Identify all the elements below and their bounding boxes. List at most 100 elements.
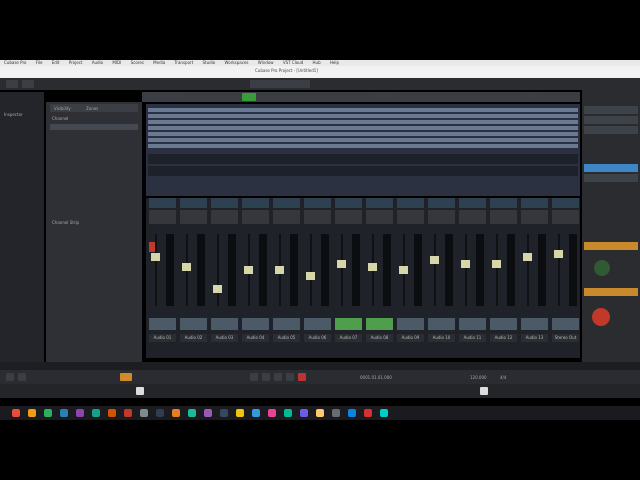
dock-app-icon[interactable] — [124, 409, 132, 417]
selected-instrument-slot[interactable] — [584, 164, 638, 172]
signature-display[interactable]: 4/4 — [500, 375, 506, 380]
channel-header[interactable] — [304, 198, 331, 208]
clip-indicator[interactable] — [149, 242, 155, 252]
channel-footer-button[interactable] — [459, 318, 486, 330]
channel-footer-button[interactable] — [211, 318, 238, 330]
channel-routing[interactable] — [397, 210, 424, 224]
dock-app-icon[interactable] — [380, 409, 388, 417]
workspace-selector[interactable] — [250, 80, 310, 88]
channel-fader[interactable] — [182, 262, 191, 271]
metronome-icon[interactable] — [136, 387, 144, 395]
dock-app-icon[interactable] — [284, 409, 292, 417]
vst-instrument-slot[interactable] — [584, 116, 638, 124]
dock-app-icon[interactable] — [28, 409, 36, 417]
sync-icon[interactable] — [480, 387, 488, 395]
channel-footer-button[interactable] — [490, 318, 517, 330]
channel-footer-button[interactable] — [552, 318, 579, 330]
channel-fader[interactable] — [554, 250, 563, 258]
channel-header[interactable] — [397, 198, 424, 208]
tab-visibility[interactable]: Visibility — [54, 106, 71, 111]
dock-app-icon[interactable] — [204, 409, 212, 417]
dock-app-icon[interactable] — [220, 409, 228, 417]
tab-zones[interactable]: Zones — [86, 106, 98, 111]
channel-header[interactable] — [459, 198, 486, 208]
channel-filter-button[interactable] — [144, 93, 184, 101]
channel-fader[interactable] — [337, 259, 346, 268]
channel-routing[interactable] — [149, 210, 176, 224]
channel-routing[interactable] — [211, 210, 238, 224]
channel-header[interactable] — [335, 198, 362, 208]
forward-icon[interactable] — [262, 373, 270, 381]
channel-name[interactable]: Audio 12 — [490, 334, 517, 342]
channel-header[interactable] — [149, 198, 176, 208]
channel-footer-button[interactable] — [428, 318, 455, 330]
dock-app-icon[interactable] — [300, 409, 308, 417]
stop-icon[interactable] — [274, 373, 282, 381]
channel-routing[interactable] — [428, 210, 455, 224]
vst-instrument-slot[interactable] — [584, 174, 638, 182]
channel-routing[interactable] — [459, 210, 486, 224]
insert-slot-row[interactable] — [148, 132, 578, 136]
inspector-list-item[interactable] — [50, 124, 138, 130]
channel-footer-button[interactable] — [397, 318, 424, 330]
channel-fader[interactable] — [461, 259, 470, 268]
rewind-icon[interactable] — [250, 373, 258, 381]
record-icon[interactable] — [298, 373, 306, 381]
channel-fader[interactable] — [306, 272, 315, 281]
channel-name[interactable]: Stereo Out — [552, 334, 579, 342]
punch-in-icon[interactable] — [18, 373, 26, 381]
channel-routing[interactable] — [552, 210, 579, 224]
channel-footer-button[interactable] — [304, 318, 331, 330]
dock-app-icon[interactable] — [60, 409, 68, 417]
channel-name[interactable]: Audio 04 — [242, 334, 269, 342]
routing-row[interactable] — [148, 166, 578, 176]
channel-fader[interactable] — [430, 256, 439, 265]
insert-slot-row[interactable] — [148, 144, 578, 148]
channel-header[interactable] — [242, 198, 269, 208]
channel-fader[interactable] — [492, 259, 501, 268]
channel-name[interactable]: Audio 13 — [521, 334, 548, 342]
channel-routing[interactable] — [273, 210, 300, 224]
channel-name[interactable]: Audio 03 — [211, 334, 238, 342]
channel-header[interactable] — [366, 198, 393, 208]
channel-name[interactable]: Audio 10 — [428, 334, 455, 342]
channel-name[interactable]: Audio 01 — [149, 334, 176, 342]
vst-instrument-slot[interactable] — [584, 106, 638, 114]
dock-app-icon[interactable] — [236, 409, 244, 417]
insert-slot-row[interactable] — [148, 138, 578, 142]
dock-app-icon[interactable] — [44, 409, 52, 417]
channel-routing[interactable] — [242, 210, 269, 224]
channel-routing[interactable] — [521, 210, 548, 224]
channel-footer-button[interactable] — [335, 318, 362, 330]
dock-app-icon[interactable] — [252, 409, 260, 417]
dock-app-icon[interactable] — [364, 409, 372, 417]
channel-footer-button[interactable] — [273, 318, 300, 330]
channel-fader[interactable] — [151, 253, 160, 262]
channel-fader[interactable] — [275, 266, 284, 274]
dock-app-icon[interactable] — [172, 409, 180, 417]
dock-app-icon[interactable] — [316, 409, 324, 417]
channel-header[interactable] — [428, 198, 455, 208]
channel-fader[interactable] — [244, 266, 253, 274]
record-mode-button[interactable] — [120, 373, 132, 381]
channel-routing[interactable] — [180, 210, 207, 224]
knob-green[interactable] — [594, 260, 610, 276]
channel-fader[interactable] — [399, 266, 408, 274]
record-knob-icon[interactable] — [592, 308, 610, 326]
insert-slot-row[interactable] — [148, 126, 578, 130]
view-selector[interactable] — [372, 93, 396, 101]
channel-fader[interactable] — [213, 285, 222, 294]
channel-header[interactable] — [211, 198, 238, 208]
dock-app-icon[interactable] — [332, 409, 340, 417]
channel-fader[interactable] — [368, 262, 377, 271]
channel-footer-button[interactable] — [180, 318, 207, 330]
channel-name[interactable]: Audio 09 — [397, 334, 424, 342]
position-display[interactable]: 0001.01.01.000 — [360, 375, 392, 380]
channel-routing[interactable] — [490, 210, 517, 224]
vst-instrument-slot[interactable] — [584, 126, 638, 134]
dock-app-icon[interactable] — [188, 409, 196, 417]
insert-slot-row[interactable] — [148, 108, 578, 112]
cycle-icon[interactable] — [6, 373, 14, 381]
dock-app-icon[interactable] — [156, 409, 164, 417]
activate-project-button[interactable] — [6, 80, 18, 88]
